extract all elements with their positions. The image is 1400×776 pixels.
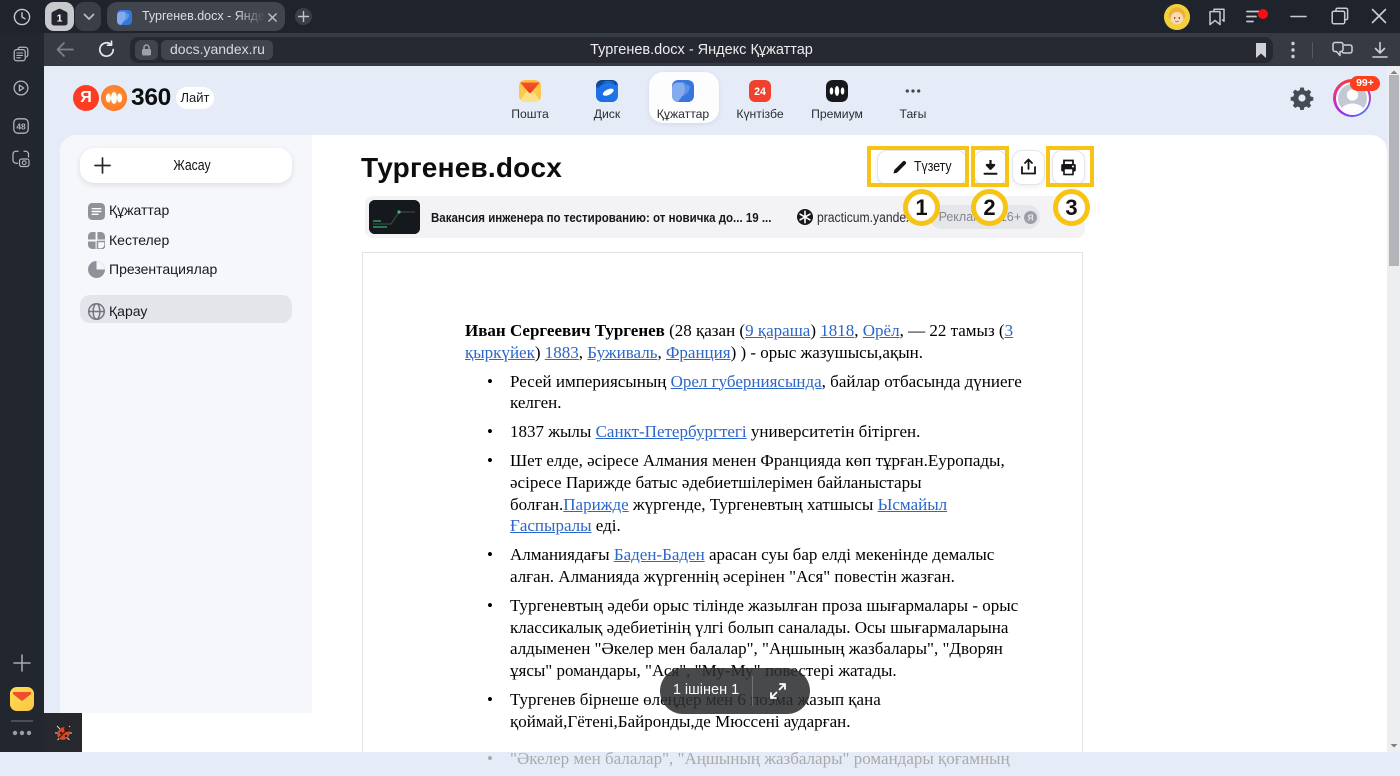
- svg-text:1: 1: [57, 12, 63, 24]
- svg-text:Я: Я: [1027, 213, 1033, 223]
- svg-text:48: 48: [16, 121, 26, 131]
- svg-text:24: 24: [754, 86, 766, 98]
